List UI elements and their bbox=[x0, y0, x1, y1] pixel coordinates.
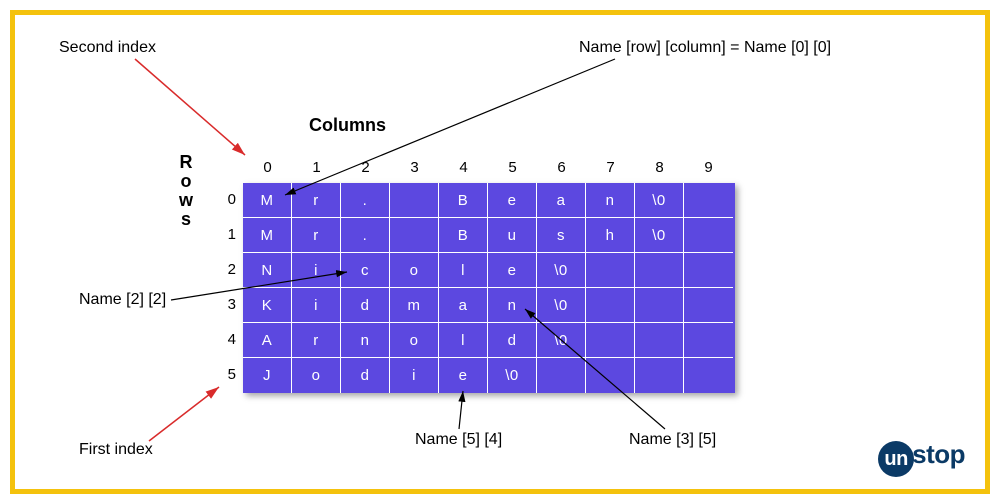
row-index: 2 bbox=[216, 261, 236, 278]
label-second-index: Second index bbox=[59, 39, 156, 57]
array-cell bbox=[635, 288, 684, 323]
row-index: 4 bbox=[216, 331, 236, 348]
array-cell bbox=[537, 358, 586, 393]
array-cell: M bbox=[243, 218, 292, 253]
arrow-second-index bbox=[135, 59, 245, 155]
array-cell bbox=[586, 323, 635, 358]
column-index: 9 bbox=[684, 159, 733, 176]
array-cell: u bbox=[488, 218, 537, 253]
label-name-2-2: Name [2] [2] bbox=[79, 291, 166, 309]
array-cell bbox=[586, 288, 635, 323]
array-cell: l bbox=[439, 323, 488, 358]
array-cell: n bbox=[341, 323, 390, 358]
columns-heading: Columns bbox=[309, 115, 386, 136]
array-cell: N bbox=[243, 253, 292, 288]
brand-logo: unstop bbox=[878, 439, 965, 476]
array-cell: i bbox=[390, 358, 439, 393]
array-cell: l bbox=[439, 253, 488, 288]
arrow-first-index bbox=[149, 387, 219, 441]
array-cell: o bbox=[390, 323, 439, 358]
array-cell bbox=[684, 358, 733, 393]
array-cell: r bbox=[292, 183, 341, 218]
array-cell: n bbox=[586, 183, 635, 218]
row-index: 1 bbox=[216, 226, 236, 243]
array-cell: e bbox=[439, 358, 488, 393]
array-cell: s bbox=[537, 218, 586, 253]
column-index: 5 bbox=[488, 159, 537, 176]
column-index: 8 bbox=[635, 159, 684, 176]
array-cell bbox=[586, 358, 635, 393]
array-cell: m bbox=[390, 288, 439, 323]
column-index: 1 bbox=[292, 159, 341, 176]
array-cell bbox=[390, 183, 439, 218]
label-name-3-5: Name [3] [5] bbox=[629, 431, 716, 449]
array-cell: c bbox=[341, 253, 390, 288]
array-cell: \0 bbox=[537, 288, 586, 323]
array-cell: o bbox=[390, 253, 439, 288]
array-cell: \0 bbox=[488, 358, 537, 393]
array-cell: A bbox=[243, 323, 292, 358]
column-index: 4 bbox=[439, 159, 488, 176]
array-cell: B bbox=[439, 218, 488, 253]
array-cell: \0 bbox=[635, 183, 684, 218]
logo-text: stop bbox=[912, 439, 965, 469]
array-cell: e bbox=[488, 183, 537, 218]
array-cell: n bbox=[488, 288, 537, 323]
array-cell: i bbox=[292, 253, 341, 288]
array-cell: K bbox=[243, 288, 292, 323]
array-cell: . bbox=[341, 218, 390, 253]
array-cell: r bbox=[292, 323, 341, 358]
column-index: 7 bbox=[586, 159, 635, 176]
array-cell bbox=[684, 288, 733, 323]
array-cell: e bbox=[488, 253, 537, 288]
column-index: 3 bbox=[390, 159, 439, 176]
row-index: 0 bbox=[216, 191, 236, 208]
label-name-0-0: Name [row] [column] = Name [0] [0] bbox=[579, 39, 831, 57]
row-index: 3 bbox=[216, 296, 236, 313]
arrow-name-5-4 bbox=[459, 391, 463, 429]
array-cell: B bbox=[439, 183, 488, 218]
array-cell bbox=[635, 253, 684, 288]
array-cell: \0 bbox=[537, 253, 586, 288]
array-cell bbox=[684, 253, 733, 288]
array-cell: . bbox=[341, 183, 390, 218]
column-index: 6 bbox=[537, 159, 586, 176]
label-name-5-4: Name [5] [4] bbox=[415, 431, 502, 449]
array-cell bbox=[390, 218, 439, 253]
array-cell: M bbox=[243, 183, 292, 218]
rows-heading: R o w s bbox=[179, 153, 193, 229]
array-cell: \0 bbox=[537, 323, 586, 358]
array-cell: r bbox=[292, 218, 341, 253]
array-cell bbox=[586, 253, 635, 288]
array-cell bbox=[684, 183, 733, 218]
array-cell bbox=[635, 323, 684, 358]
label-first-index: First index bbox=[79, 441, 153, 459]
array-cell: a bbox=[439, 288, 488, 323]
array-grid: Mr. Bean\0Mr. Bush\0Nicole\0Kidman\0Arno… bbox=[243, 183, 735, 393]
array-cell: \0 bbox=[635, 218, 684, 253]
rows-heading-char: s bbox=[179, 210, 193, 229]
rows-heading-char: o bbox=[179, 172, 193, 191]
column-index: 0 bbox=[243, 159, 292, 176]
array-cell: h bbox=[586, 218, 635, 253]
logo-badge: un bbox=[878, 441, 914, 477]
rows-heading-char: R bbox=[179, 153, 193, 172]
array-cell: a bbox=[537, 183, 586, 218]
array-cell: i bbox=[292, 288, 341, 323]
array-cell: J bbox=[243, 358, 292, 393]
array-cell: d bbox=[341, 288, 390, 323]
row-index: 5 bbox=[216, 366, 236, 383]
array-cell: d bbox=[341, 358, 390, 393]
array-cell bbox=[684, 218, 733, 253]
array-cell bbox=[684, 323, 733, 358]
array-cell: d bbox=[488, 323, 537, 358]
array-cell bbox=[635, 358, 684, 393]
diagram-frame: Second index Name [row] [column] = Name … bbox=[10, 10, 990, 494]
array-cell: o bbox=[292, 358, 341, 393]
rows-heading-char: w bbox=[179, 191, 193, 210]
column-index: 2 bbox=[341, 159, 390, 176]
